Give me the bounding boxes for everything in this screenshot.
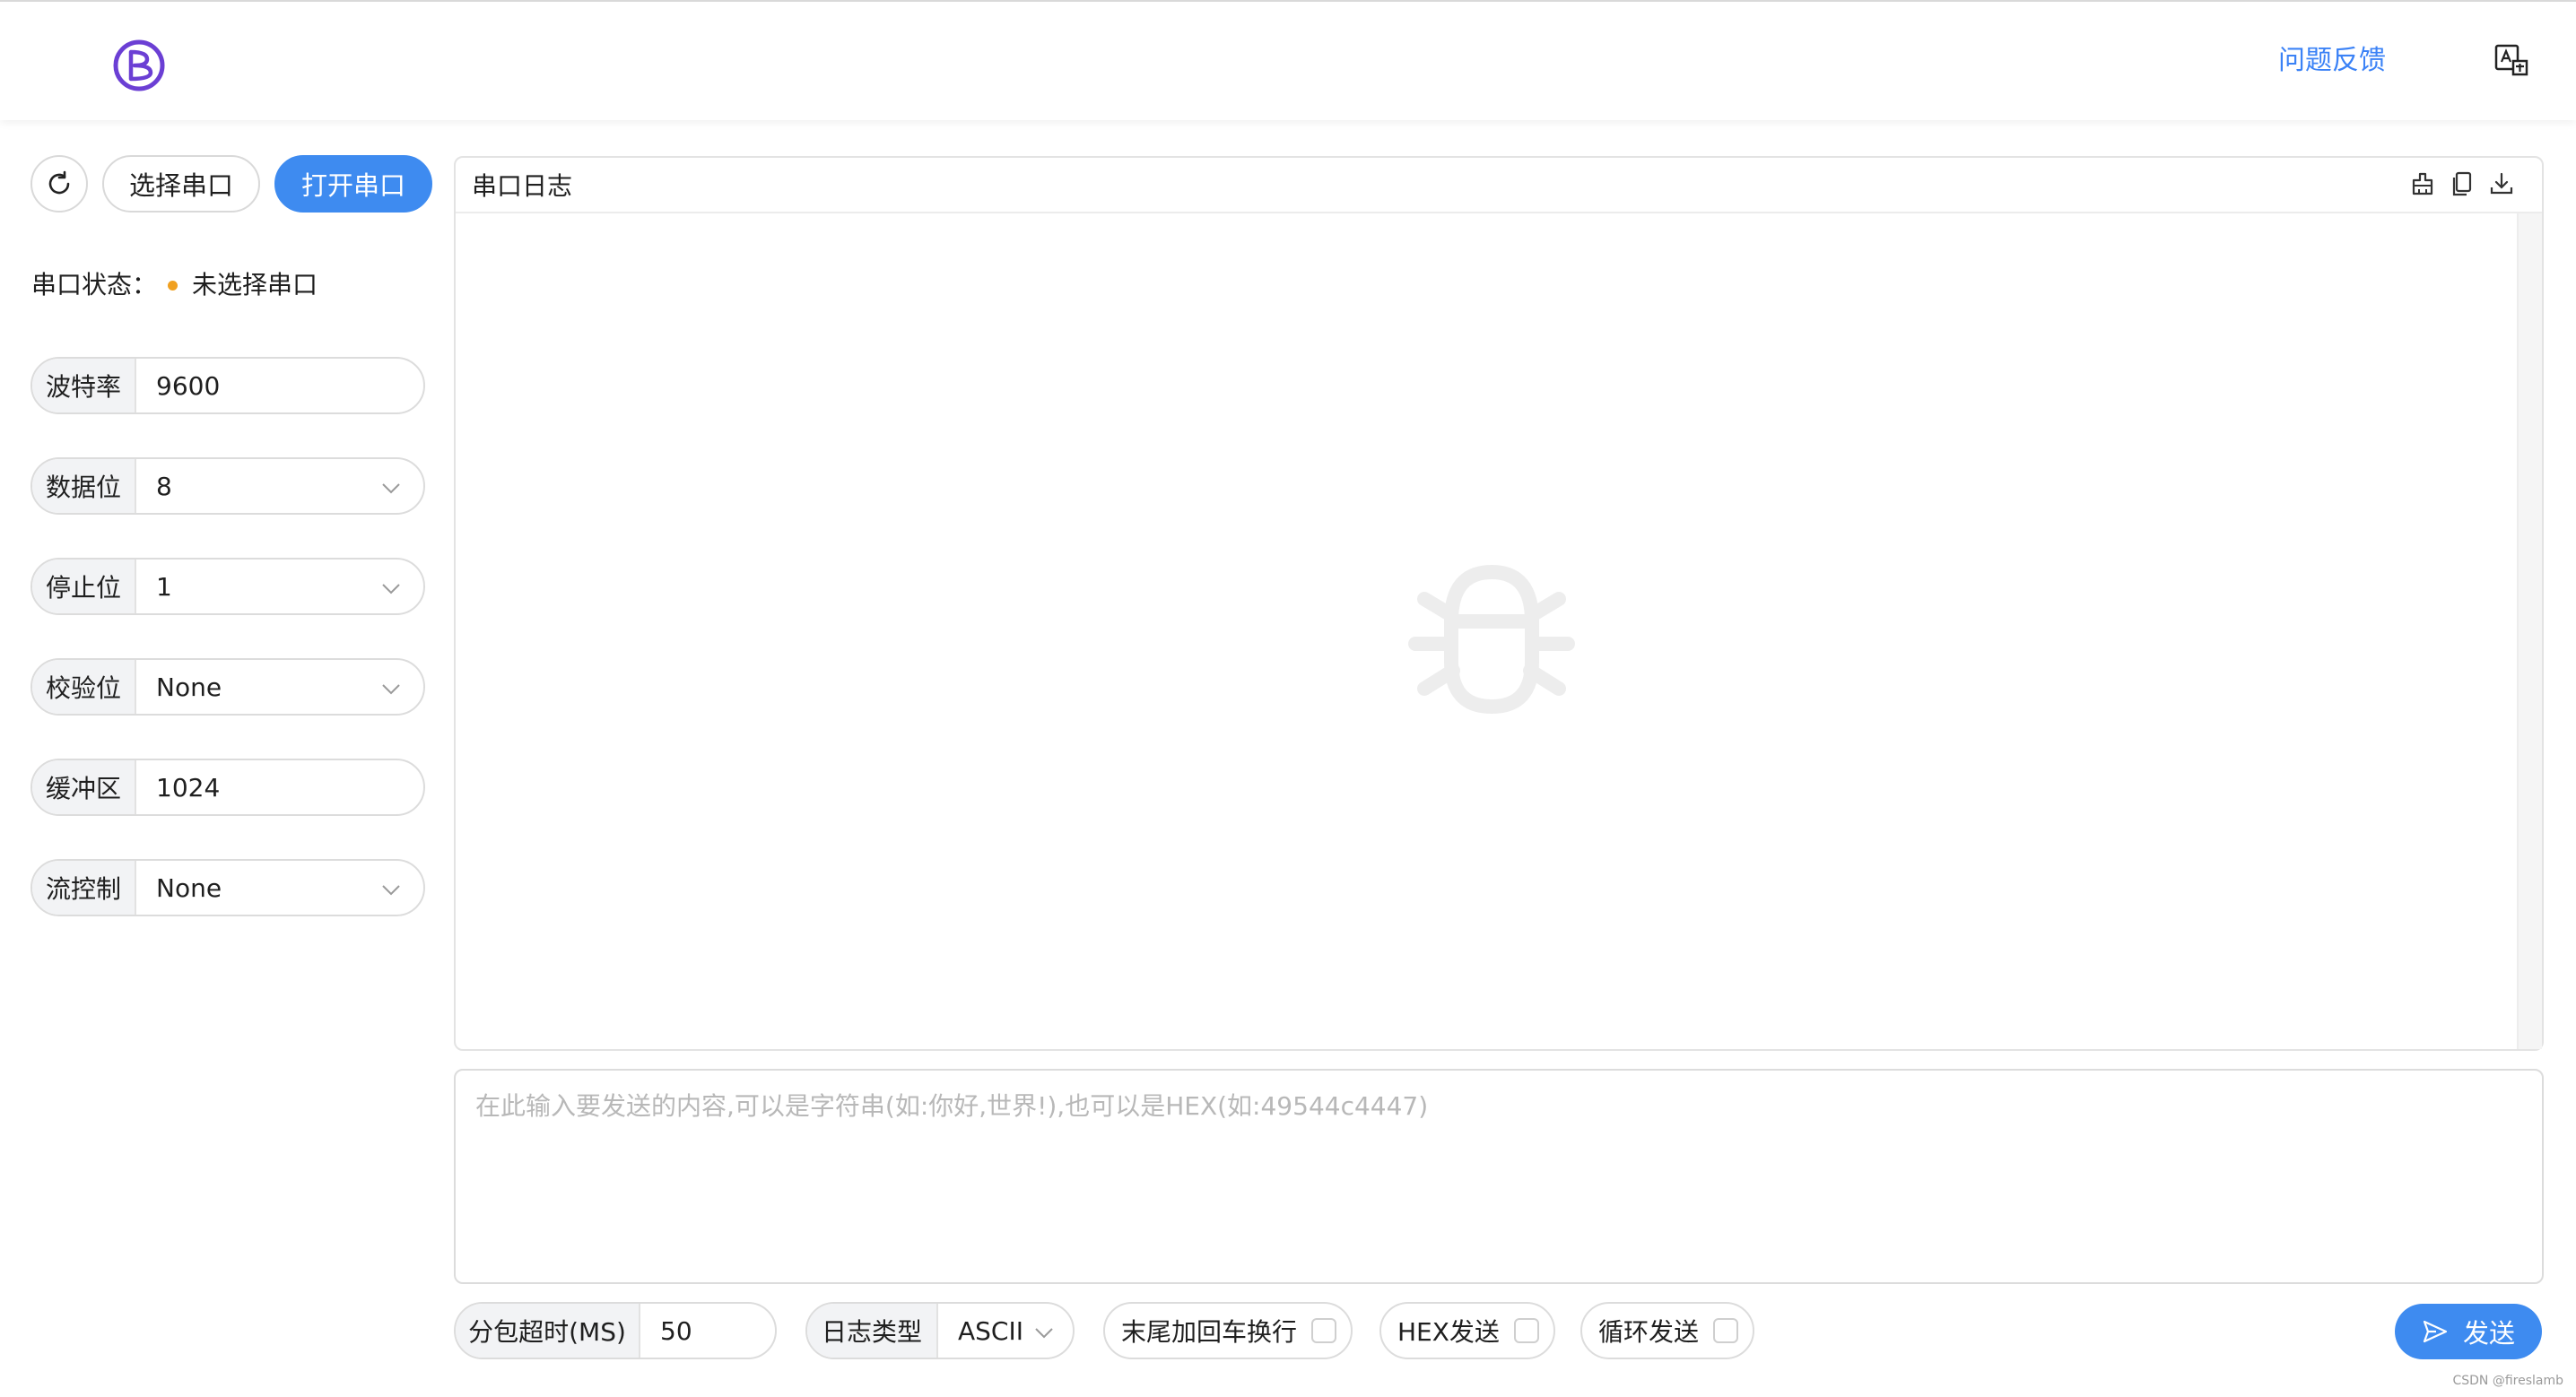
bug-icon [1408,564,1575,715]
status-label: 串口状态： [31,270,158,299]
clear-icon[interactable] [2409,170,2436,197]
translate-icon[interactable] [2493,43,2529,79]
stop-bits-value-box[interactable]: 1 [136,560,423,613]
flow-control-value-box[interactable]: None [136,861,423,915]
hex-send-label: HEX发送 [1397,1317,1500,1347]
packet-timeout-label: 分包超时(MS) [456,1304,640,1358]
log-type-select[interactable]: 日志类型 ASCII [805,1302,1075,1359]
stop-bits-value: 1 [156,571,172,602]
append-crlf-option[interactable]: 末尾加回车换行 [1103,1302,1353,1359]
parity-value: None [156,672,222,702]
open-port-button[interactable]: 打开串口 [274,155,432,213]
flow-control-label: 流控制 [32,861,136,915]
b-logo-icon[interactable] [111,38,167,93]
baud-rate-field[interactable]: 波特率 9600 [30,357,425,414]
baud-rate-label: 波特率 [32,359,136,412]
log-title: 串口日志 [472,171,573,201]
loop-send-option[interactable]: 循环发送 [1580,1302,1755,1359]
parity-select[interactable]: 校验位 None [30,658,425,716]
refresh-icon [48,170,70,195]
loop-send-checkbox[interactable] [1713,1318,1739,1343]
data-bits-value-box[interactable]: 8 [136,459,423,513]
hex-send-option[interactable]: HEX发送 [1379,1302,1555,1359]
data-bits-select[interactable]: 数据位 8 [30,457,425,515]
packet-timeout-field[interactable]: 分包超时(MS) 50 [454,1302,777,1359]
status-dot [168,280,178,291]
buffer-input[interactable]: 1024 [136,760,423,814]
append-crlf-checkbox[interactable] [1311,1318,1337,1343]
flow-control-select[interactable]: 流控制 None [30,859,425,916]
log-tools [2409,170,2515,197]
loop-send-label: 循环发送 [1598,1317,1700,1347]
stop-bits-select[interactable]: 停止位 1 [30,558,425,615]
chevron-down-icon [382,684,400,695]
send-button[interactable]: 发送 [2395,1304,2542,1359]
append-crlf-label: 末尾加回车换行 [1121,1317,1298,1347]
send-content-input[interactable] [454,1069,2544,1284]
feedback-link[interactable]: 问题反馈 [2278,43,2386,79]
parity-value-box[interactable]: None [136,660,423,714]
select-port-button[interactable]: 选择串口 [102,155,260,213]
app-header: 问题反馈 [0,0,2576,120]
log-scrollbar[interactable] [2517,213,2542,1049]
send-button-label: 发送 [2462,1318,2515,1349]
port-status: 串口状态： 未选择串口 [31,267,318,303]
copy-icon[interactable] [2449,170,2476,197]
parity-label: 校验位 [32,660,136,714]
log-type-label: 日志类型 [807,1304,938,1358]
stop-bits-label: 停止位 [32,560,136,613]
log-header: 串口日志 [456,158,2542,213]
refresh-button[interactable] [30,155,88,213]
data-bits-value: 8 [156,471,172,501]
buffer-field[interactable]: 缓冲区 1024 [30,759,425,816]
chevron-down-icon [382,885,400,896]
log-content[interactable] [456,213,2542,1049]
log-type-value-box[interactable]: ASCII [938,1304,1073,1358]
baud-rate-input[interactable]: 9600 [136,359,423,412]
chevron-down-icon [1035,1328,1053,1339]
buffer-label: 缓冲区 [32,760,136,814]
packet-timeout-input[interactable]: 50 [640,1304,692,1358]
chevron-down-icon [382,483,400,494]
flow-control-value: None [156,872,222,903]
send-icon [2423,1320,2448,1343]
download-icon[interactable] [2488,170,2515,197]
chevron-down-icon [382,584,400,594]
watermark: CSDN @fireslamb [2452,1374,2563,1388]
serial-log-panel: 串口日志 [454,156,2544,1051]
status-value: 未选择串口 [192,270,318,299]
log-type-value: ASCII [958,1315,1023,1346]
hex-send-checkbox[interactable] [1513,1318,1539,1343]
data-bits-label: 数据位 [32,459,136,513]
